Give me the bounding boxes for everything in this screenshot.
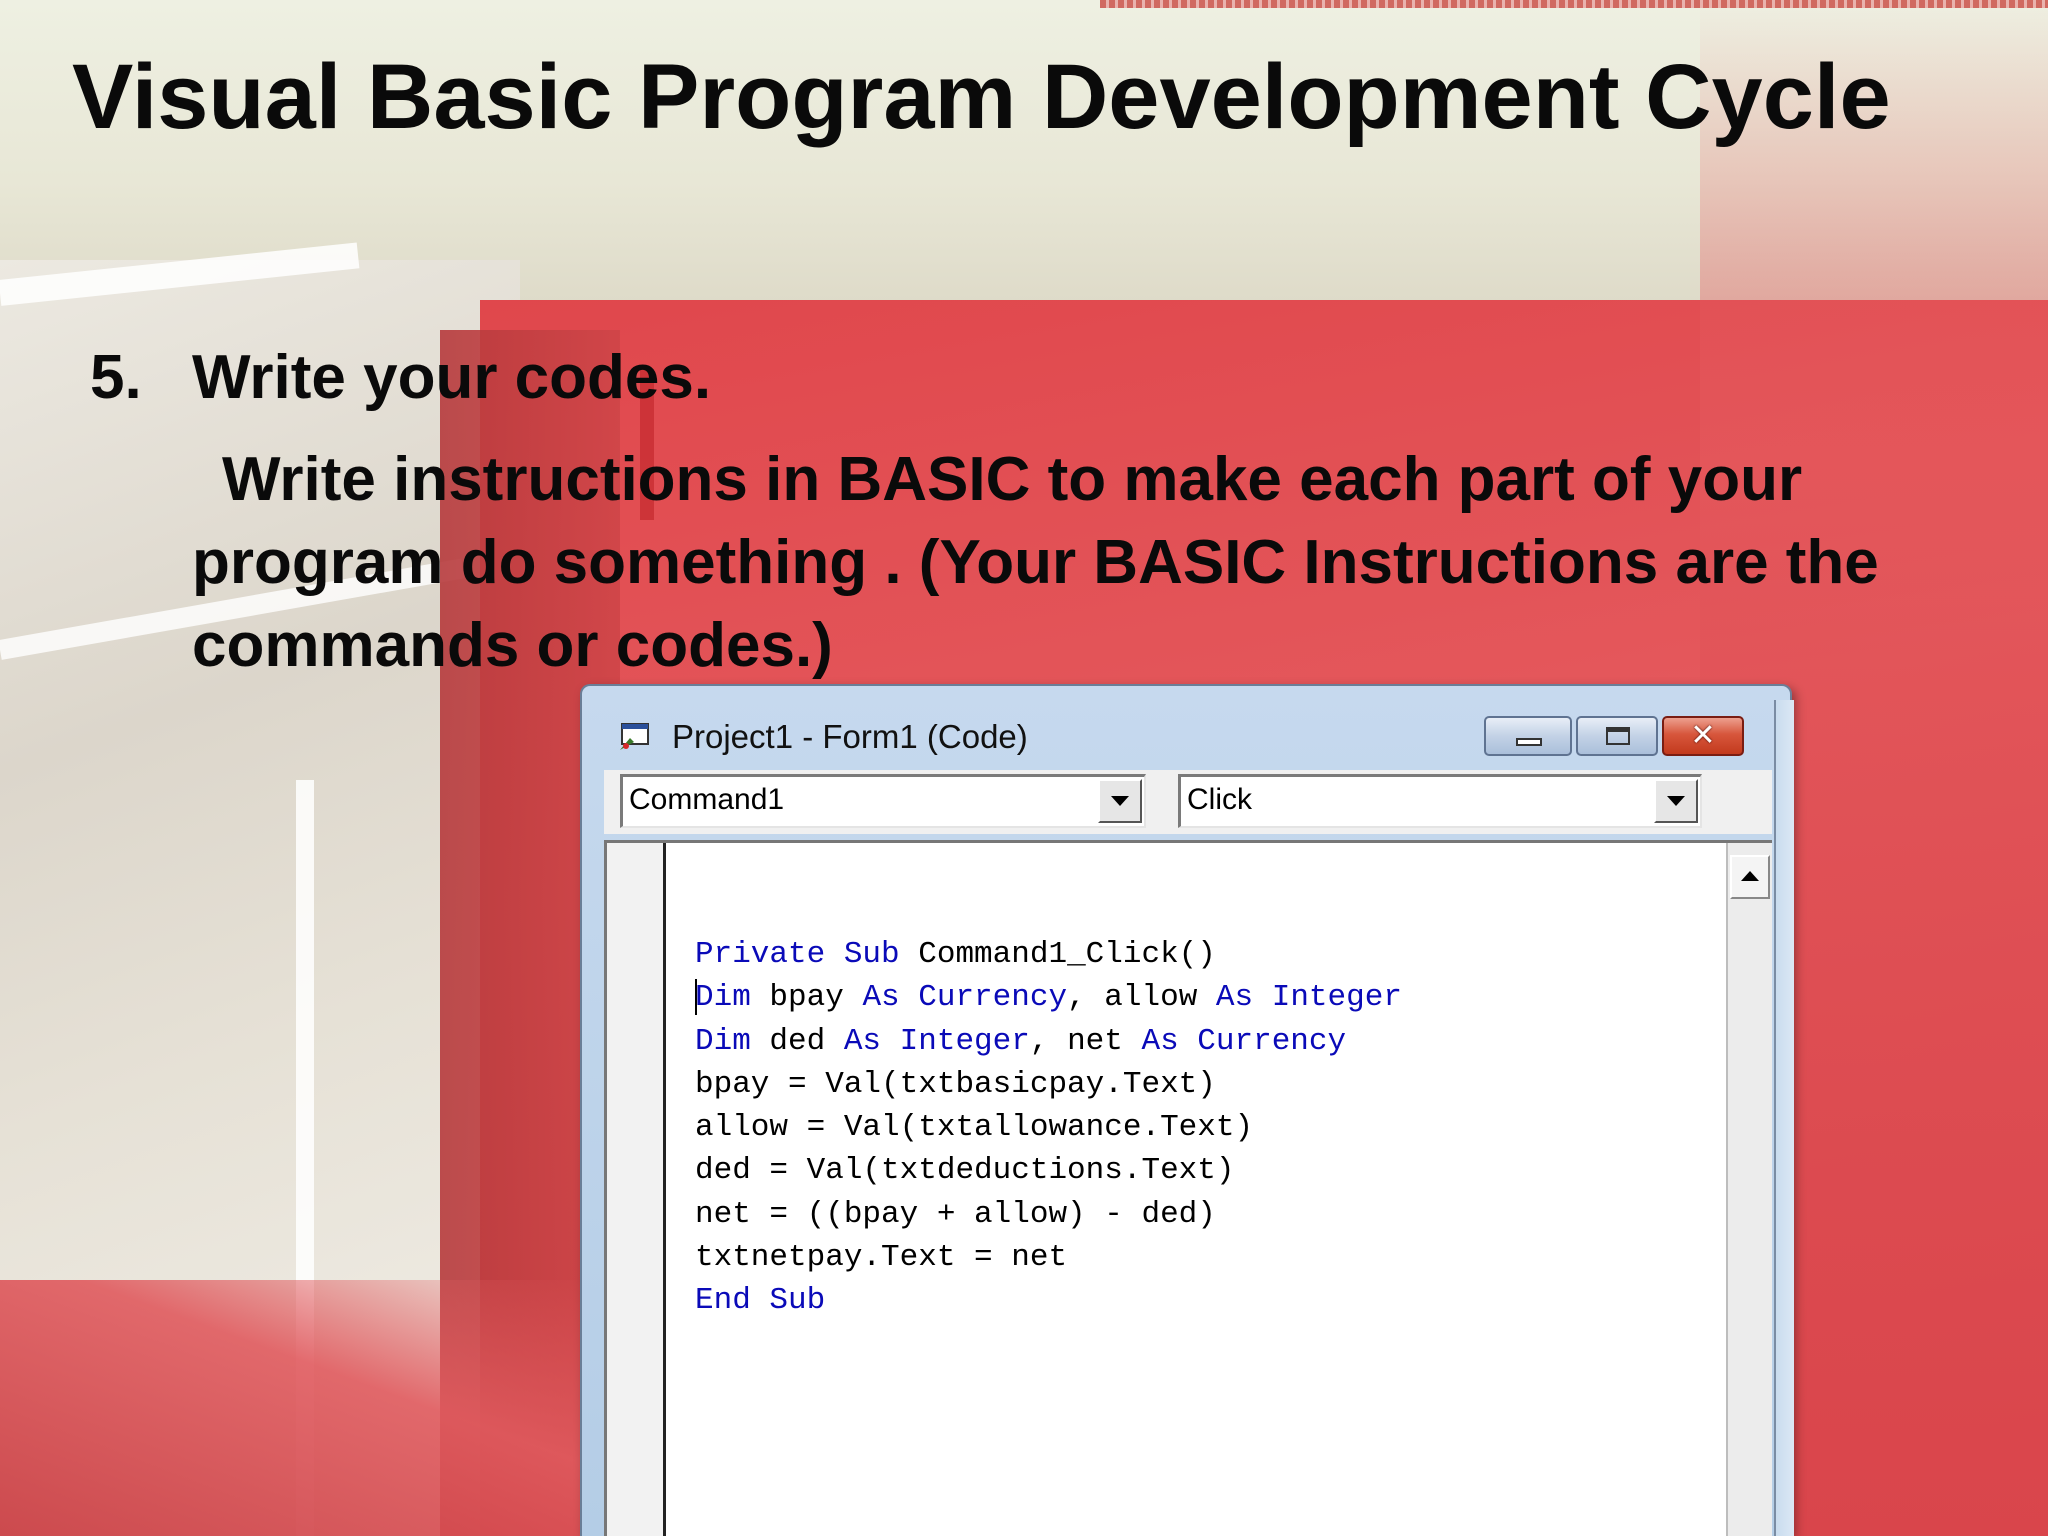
- code-token: txtnetpay.Text = net: [695, 1240, 1068, 1276]
- code-editor[interactable]: Private Sub Command1_Click() Dim bpay As …: [604, 840, 1772, 1536]
- code-keyword: As Integer: [843, 1023, 1030, 1059]
- code-line: allow = Val(txtallowance.Text): [695, 1106, 1402, 1149]
- step-number: 5.: [90, 343, 142, 412]
- object-dropdown-value: Command1: [629, 783, 785, 816]
- code-text[interactable]: Private Sub Command1_Click() Dim bpay As …: [695, 933, 1402, 1323]
- code-token: , net: [1029, 1023, 1142, 1059]
- code-keyword: As Currency: [862, 980, 1068, 1016]
- code-keyword: Private Sub: [695, 937, 900, 972]
- slide-title: Visual Basic Program Development Cycle: [72, 46, 1891, 148]
- chevron-down-icon[interactable]: [1654, 779, 1698, 823]
- code-token: net = ((bpay + allow) - ded): [695, 1196, 1216, 1232]
- procedure-dropdown[interactable]: Click: [1178, 774, 1702, 828]
- step-heading-line: 5. Write your codes.: [90, 340, 1990, 416]
- background-red-lower: [0, 1280, 600, 1536]
- step-description: Write instructions in BASIC to make each…: [192, 445, 1879, 680]
- code-keyword: Dim: [695, 1023, 751, 1059]
- vertical-scrollbar[interactable]: [1726, 843, 1772, 1536]
- code-token: ded = Val(txtdeductions.Text): [695, 1153, 1235, 1189]
- minimize-icon: [1516, 738, 1542, 746]
- vb-code-window-icon: [620, 723, 649, 750]
- maximize-icon: [1606, 727, 1630, 745]
- code-line: Dim ded As Integer, net As Currency: [695, 1020, 1402, 1063]
- object-dropdown[interactable]: Command1: [620, 774, 1146, 828]
- code-window-toolbar: Command1 Click: [604, 770, 1772, 834]
- code-keyword: Dim: [695, 980, 751, 1016]
- code-token: , allow: [1067, 980, 1216, 1016]
- code-window: Project1 - Form1 (Code) ✕ Command1 Click…: [580, 684, 1792, 1536]
- code-token: Command1_Click(): [899, 937, 1216, 972]
- code-line: End Sub: [695, 1279, 1402, 1322]
- code-token: ded: [750, 1023, 844, 1059]
- code-line: Dim bpay As Currency, allow As Integer: [695, 976, 1402, 1019]
- code-keyword: As Currency: [1141, 1023, 1347, 1059]
- close-icon: ✕: [1690, 718, 1716, 753]
- code-line: bpay = Val(txtbasicpay.Text): [695, 1063, 1402, 1106]
- code-token: bpay = Val(txtbasicpay.Text): [695, 1066, 1216, 1102]
- code-token: bpay: [750, 980, 863, 1016]
- code-window-title: Project1 - Form1 (Code): [672, 718, 1028, 755]
- maximize-button[interactable]: [1576, 716, 1658, 756]
- window-edge-strip: [1774, 700, 1794, 1536]
- code-editor-margin: [607, 843, 666, 1536]
- code-keyword: As Integer: [1215, 980, 1402, 1016]
- code-line: ded = Val(txtdeductions.Text): [695, 1149, 1402, 1192]
- code-line: net = ((bpay + allow) - ded): [695, 1193, 1402, 1236]
- step-heading: Write your codes.: [192, 343, 712, 412]
- close-button[interactable]: ✕: [1662, 716, 1744, 756]
- scroll-up-arrow-icon[interactable]: [1730, 855, 1770, 899]
- code-window-titlebar[interactable]: Project1 - Form1 (Code) ✕: [582, 686, 1790, 756]
- code-keyword: End Sub: [695, 1283, 826, 1319]
- chevron-down-icon[interactable]: [1098, 779, 1142, 823]
- minimize-button[interactable]: [1484, 716, 1572, 756]
- procedure-dropdown-value: Click: [1187, 783, 1252, 816]
- code-token: allow = Val(txtallowance.Text): [695, 1110, 1254, 1146]
- code-line: txtnetpay.Text = net: [695, 1236, 1402, 1279]
- code-line: Private Sub Command1_Click(): [695, 933, 1402, 976]
- text-cursor: [695, 979, 697, 1015]
